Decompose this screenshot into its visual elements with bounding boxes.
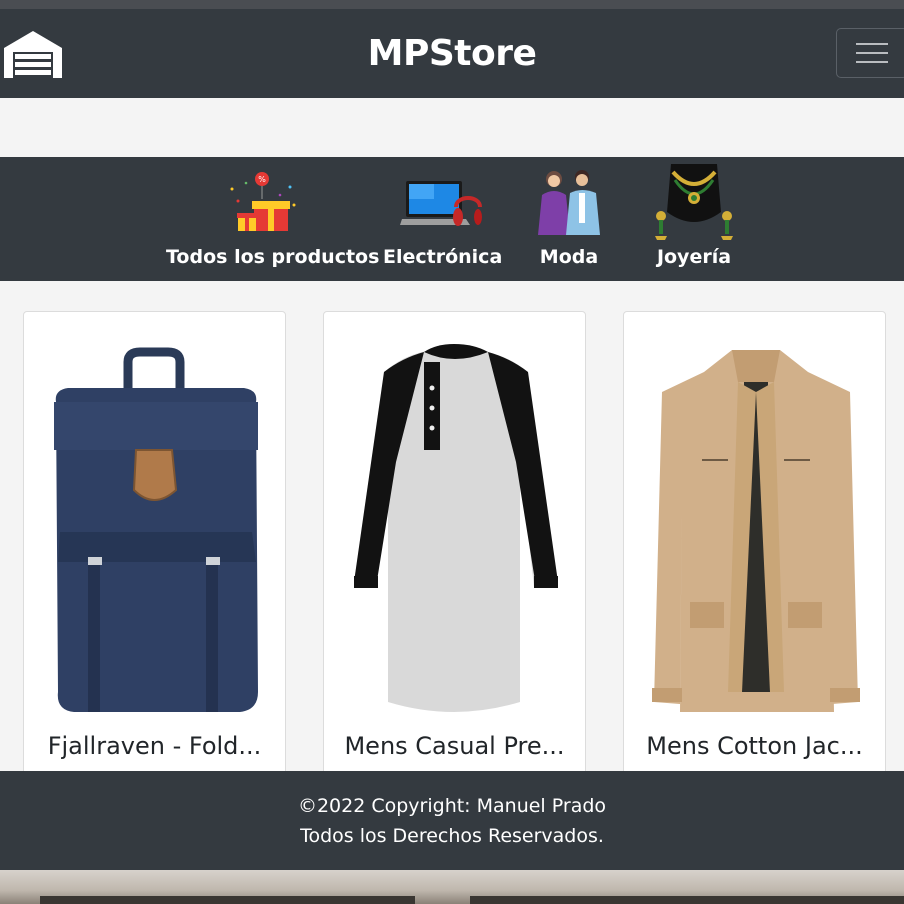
menu-toggle-button[interactable] xyxy=(836,28,904,78)
category-bar: % Todos los productos Electrónica Moda J… xyxy=(0,157,904,281)
category-electronics[interactable]: Electrónica xyxy=(383,157,503,281)
product-card[interactable]: Fjallraven - Fold... xyxy=(23,311,286,781)
background-dark-band xyxy=(40,896,415,904)
laptop-headphones-icon xyxy=(400,181,482,226)
background-dark-band xyxy=(470,896,904,904)
category-label: Moda xyxy=(539,246,599,268)
svg-text:%: % xyxy=(258,175,266,184)
necklace-jewelry-icon xyxy=(655,164,733,240)
product-title[interactable]: Mens Cotton Jac... xyxy=(624,732,885,760)
hamburger-line xyxy=(856,43,888,45)
backpack-product-image xyxy=(54,347,258,712)
brand-title[interactable]: MPStore xyxy=(0,9,904,98)
gift-boxes-icon: % xyxy=(230,172,296,231)
category-label: Todos los productos xyxy=(166,246,380,268)
product-card[interactable]: Mens Cotton Jac... xyxy=(623,311,886,781)
cotton-jacket-product-image xyxy=(652,350,860,712)
category-fashion[interactable]: Moda xyxy=(528,157,610,281)
footer-rights: Todos los Derechos Reservados. xyxy=(300,825,604,847)
footer: ©2022 Copyright: Manuel Prado Todos los … xyxy=(0,771,904,870)
footer-copyright: ©2022 Copyright: Manuel Prado xyxy=(297,795,607,817)
category-label: Joyería xyxy=(656,246,732,268)
product-title[interactable]: Mens Casual Pre... xyxy=(324,732,585,760)
product-card[interactable]: Mens Casual Pre... xyxy=(323,311,586,781)
navbar: MPStore xyxy=(0,9,904,98)
henley-shirt-product-image xyxy=(354,344,558,712)
background-image-strip xyxy=(0,870,904,904)
browser-top-strip xyxy=(0,0,904,9)
fashion-couple-icon xyxy=(538,170,600,235)
product-title[interactable]: Fjallraven - Fold... xyxy=(24,732,285,760)
hamburger-line xyxy=(856,61,888,63)
category-label: Electrónica xyxy=(383,246,503,268)
category-jewelry[interactable]: Joyería xyxy=(648,157,740,281)
category-all-products[interactable]: % Todos los productos xyxy=(166,157,380,281)
hamburger-line xyxy=(856,52,888,54)
